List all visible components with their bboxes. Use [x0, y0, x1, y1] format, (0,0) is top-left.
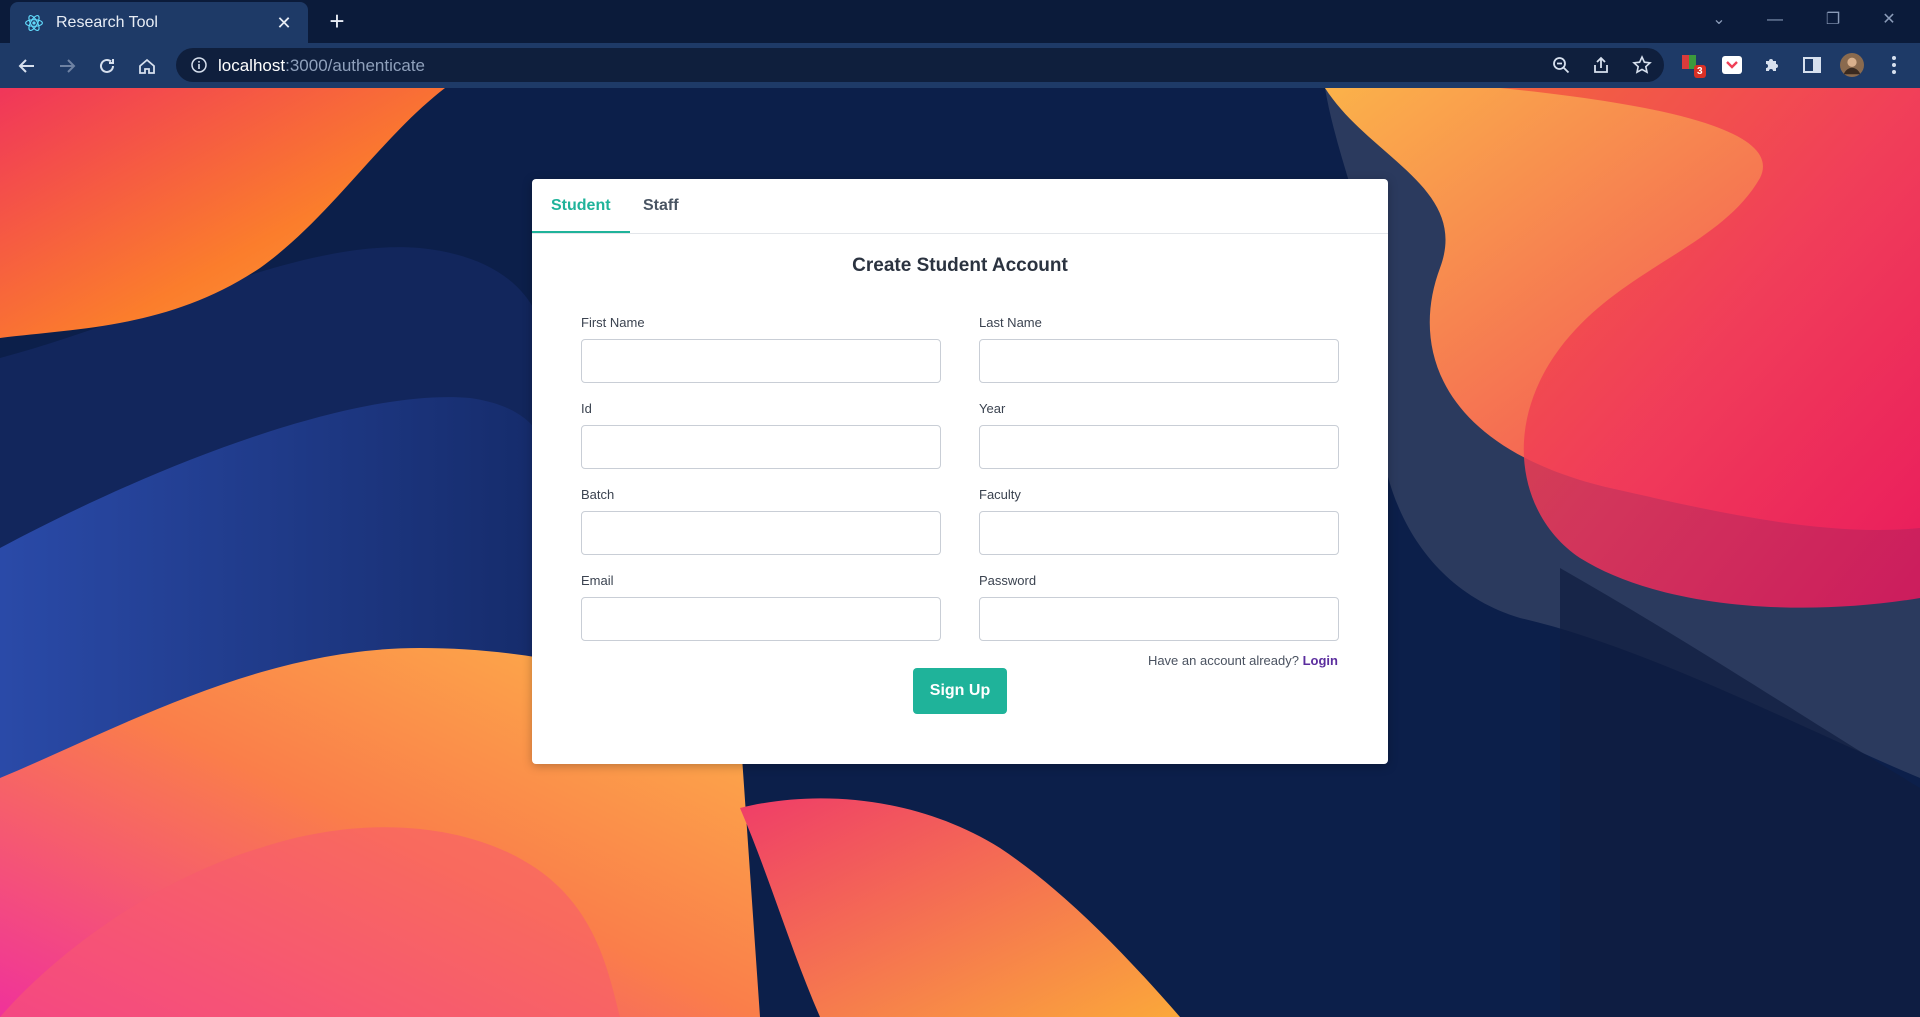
address-bar[interactable]: localhost:3000/authenticate: [176, 48, 1664, 82]
login-prompt-line: Have an account already? Login: [1148, 653, 1338, 668]
password-group: Password: [979, 573, 1339, 641]
browser-toolbar: localhost:3000/authenticate 3: [0, 43, 1920, 88]
year-label: Year: [979, 401, 1006, 416]
url-text: localhost:3000/authenticate: [218, 56, 425, 76]
batch-group: Batch: [581, 487, 941, 555]
password-label: Password: [979, 573, 1037, 588]
zoom-icon[interactable]: [1550, 54, 1572, 76]
side-panel-icon[interactable]: [1800, 53, 1824, 77]
new-tab-icon[interactable]: +: [322, 7, 352, 37]
id-label: Id: [581, 401, 592, 416]
email-input[interactable]: [581, 597, 941, 641]
email-label: Email: [581, 573, 614, 588]
last-name-label: Last Name: [979, 315, 1042, 330]
tab-staff[interactable]: Staff: [624, 179, 698, 233]
reload-icon[interactable]: [92, 51, 122, 81]
extensions-puzzle-icon[interactable]: [1760, 53, 1784, 77]
first-name-input[interactable]: [581, 339, 941, 383]
profile-avatar[interactable]: [1840, 53, 1864, 77]
faculty-label: Faculty: [979, 487, 1021, 502]
year-group: Year: [979, 401, 1339, 469]
sign-up-button[interactable]: Sign Up: [913, 668, 1007, 714]
batch-label: Batch: [581, 487, 615, 502]
browser-tab-title: Research Tool: [56, 13, 158, 31]
form-heading: Create Student Account: [852, 255, 1068, 276]
role-tabs: Student Staff: [532, 179, 1388, 234]
close-tab-icon[interactable]: ✕: [274, 13, 294, 33]
year-input[interactable]: [979, 425, 1339, 469]
restore-icon[interactable]: ❐: [1810, 8, 1856, 32]
first-name-group: First Name: [581, 315, 941, 383]
home-icon[interactable]: [132, 51, 162, 81]
last-name-input[interactable]: [979, 339, 1339, 383]
page-viewport: Student Staff Create Student Account Fir…: [0, 88, 1920, 1017]
share-icon[interactable]: [1590, 54, 1612, 76]
bookmark-star-icon[interactable]: [1631, 54, 1653, 76]
login-prompt-text: Have an account already?: [1147, 653, 1299, 668]
id-group: Id: [581, 401, 941, 469]
extension-badge: 3: [1694, 65, 1706, 78]
forward-arrow-icon[interactable]: [52, 51, 82, 81]
site-info-icon[interactable]: [190, 56, 208, 74]
email-group: Email: [581, 573, 941, 641]
url-host: localhost: [218, 56, 286, 75]
faculty-group: Faculty: [979, 487, 1339, 555]
id-input[interactable]: [581, 425, 941, 469]
browser-menu-icon[interactable]: [1882, 53, 1906, 77]
back-arrow-icon[interactable]: [12, 51, 42, 81]
first-name-label: First Name: [581, 315, 645, 330]
tab-search-icon[interactable]: ⌄: [1696, 8, 1742, 32]
tab-student[interactable]: Student: [532, 179, 630, 233]
password-input[interactable]: [979, 597, 1339, 641]
last-name-group: Last Name: [979, 315, 1339, 383]
minimize-icon[interactable]: —: [1752, 8, 1798, 32]
batch-input[interactable]: [581, 511, 941, 555]
react-logo-icon: [25, 14, 43, 31]
browser-tab-bar: Research Tool ✕ + ⌄ — ❐ ✕: [0, 0, 1920, 43]
extension-flag-icon[interactable]: 3: [1680, 53, 1706, 78]
url-path: :3000/authenticate: [285, 56, 426, 75]
faculty-input[interactable]: [979, 511, 1339, 555]
browser-tab[interactable]: Research Tool ✕: [10, 2, 308, 43]
close-window-icon[interactable]: ✕: [1866, 8, 1912, 32]
signup-card: Student Staff Create Student Account Fir…: [532, 179, 1388, 764]
login-link[interactable]: Login: [1303, 653, 1338, 668]
pocket-extension-icon[interactable]: [1720, 53, 1744, 77]
